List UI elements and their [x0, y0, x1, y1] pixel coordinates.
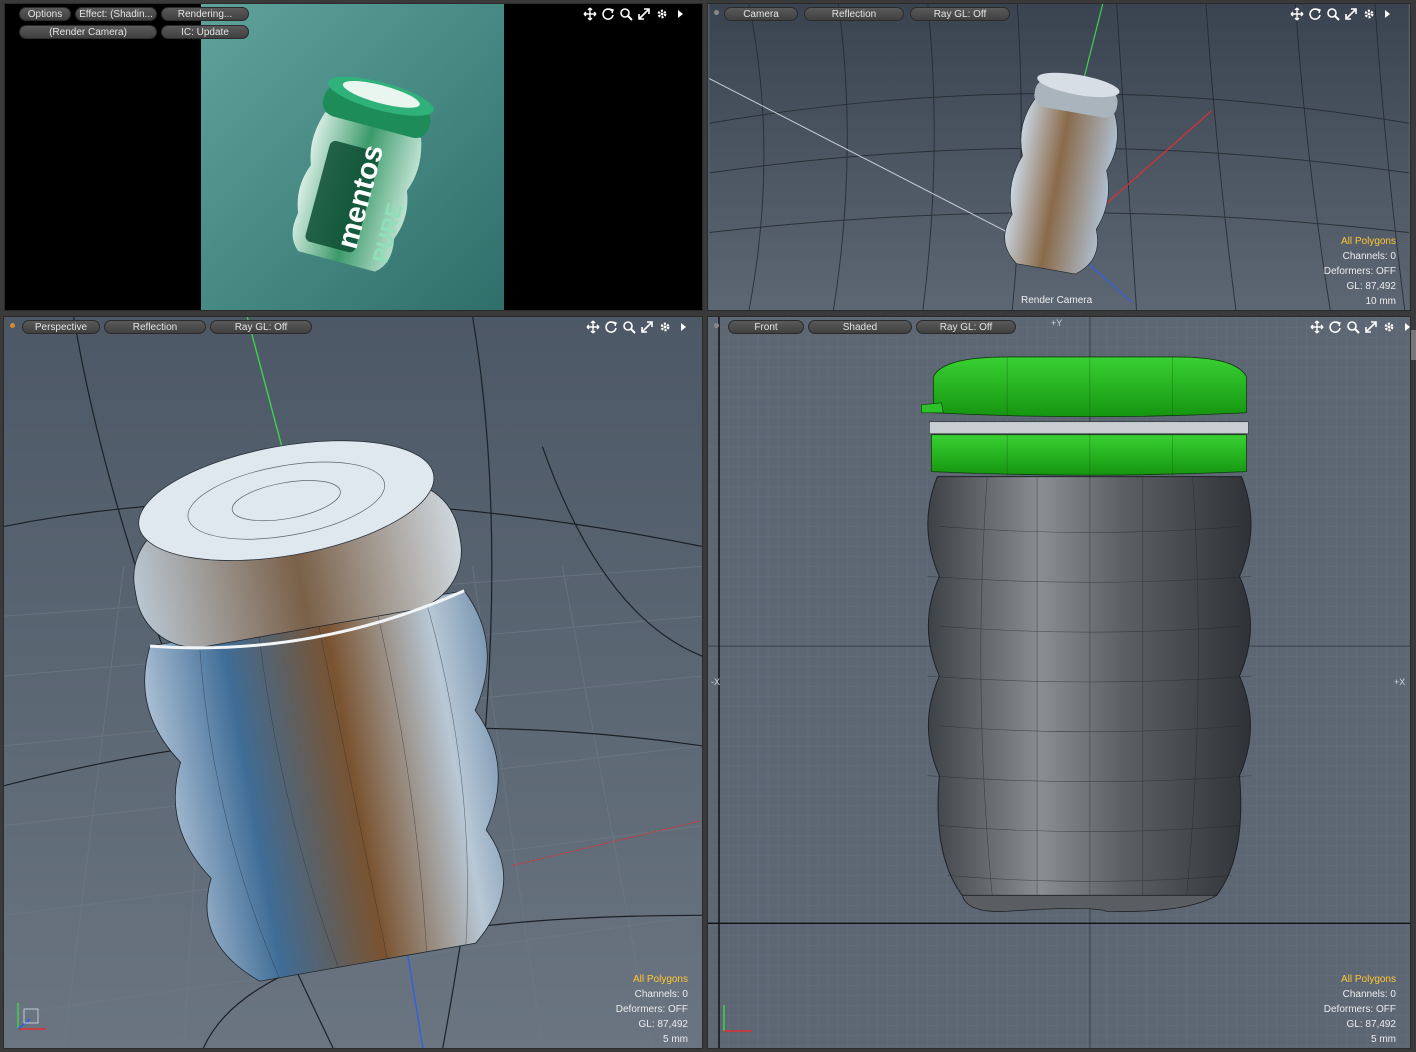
perspective-view-tools: [586, 319, 690, 335]
move-icon[interactable]: [586, 320, 600, 334]
camera-viewport[interactable]: Camera Reflection Ray GL: Off Render Cam…: [707, 3, 1411, 311]
grid-scale-label: 5 mm: [663, 1034, 688, 1045]
viewport-menu-dot[interactable]: [10, 323, 15, 328]
front-info-panel: All Polygons Channels: 0 Deformers: OFF …: [1324, 972, 1396, 1047]
menu-arrow-icon[interactable]: [676, 320, 690, 334]
move-icon[interactable]: [1310, 320, 1324, 334]
viewport-menu-dot[interactable]: [714, 323, 719, 328]
maximize-icon[interactable]: [637, 7, 651, 21]
zoom-icon[interactable]: [619, 7, 633, 21]
axis-label-plus-x: +X: [1394, 677, 1406, 687]
render-camera-dropdown[interactable]: (Render Camera): [19, 25, 157, 39]
maximize-icon[interactable]: [1344, 7, 1358, 21]
ic-update-button[interactable]: IC: Update: [161, 25, 249, 39]
gl-count-label: GL: 87,492: [638, 1019, 688, 1030]
camera-info-panel: All Polygons Channels: 0 Deformers: OFF …: [1324, 234, 1396, 309]
camera-scene: [709, 4, 1409, 310]
front-scene: [708, 317, 1410, 1048]
polygons-label: All Polygons: [1340, 974, 1396, 985]
channels-label: Channels: 0: [634, 989, 688, 1000]
camera-caption: Render Camera: [1021, 295, 1093, 306]
front-shading-dropdown[interactable]: Shaded: [808, 320, 912, 334]
zoom-icon[interactable]: [1326, 7, 1340, 21]
perspective-info-panel: All Polygons Channels: 0 Deformers: OFF …: [616, 972, 688, 1047]
move-icon[interactable]: [583, 7, 597, 21]
perspective-shading-dropdown[interactable]: Reflection: [104, 320, 206, 334]
render-view-tools: [583, 6, 687, 22]
move-icon[interactable]: [1290, 7, 1304, 21]
grid-scale-label: 10 mm: [1365, 296, 1396, 307]
gl-count-label: GL: 87,492: [1346, 1019, 1396, 1030]
render-viewport[interactable]: mentos PURE Options Effect: (Shadin... R…: [4, 3, 703, 311]
zoom-icon[interactable]: [622, 320, 636, 334]
camera-view-tools: [1290, 6, 1394, 22]
front-raygl-toggle[interactable]: Ray GL: Off: [916, 320, 1016, 334]
rotate-icon[interactable]: [601, 7, 615, 21]
options-button[interactable]: Options: [19, 7, 71, 21]
zoom-icon[interactable]: [1346, 320, 1360, 334]
rotate-icon[interactable]: [1328, 320, 1342, 334]
axis-label-plus-y: +Y: [1051, 318, 1063, 328]
rendering-button[interactable]: Rendering...: [161, 7, 249, 21]
settings-icon[interactable]: [1362, 7, 1376, 21]
channels-label: Channels: 0: [1342, 989, 1396, 1000]
maximize-icon[interactable]: [640, 320, 654, 334]
perspective-viewport[interactable]: Perspective Reflection Ray GL: Off All P…: [3, 316, 703, 1049]
camera-view-dropdown[interactable]: Camera: [724, 7, 798, 21]
deformers-label: Deformers: OFF: [1323, 1004, 1396, 1015]
settings-icon[interactable]: [655, 7, 669, 21]
effect-dropdown[interactable]: Effect: (Shadin...: [75, 7, 157, 21]
grid-scale-label: 5 mm: [1371, 1034, 1396, 1045]
front-view-tools: [1310, 319, 1410, 335]
deformers-label: Deformers: OFF: [1323, 266, 1396, 277]
scrollbar-handle[interactable]: [1411, 330, 1416, 360]
menu-arrow-icon[interactable]: [1400, 320, 1410, 334]
deformers-label: Deformers: OFF: [615, 1004, 688, 1015]
settings-icon[interactable]: [658, 320, 672, 334]
front-view-dropdown[interactable]: Front: [728, 320, 804, 334]
axis-gizmo-icon: [723, 1005, 752, 1032]
gl-count-label: GL: 87,492: [1346, 281, 1396, 292]
rotate-icon[interactable]: [1308, 7, 1322, 21]
menu-arrow-icon[interactable]: [1380, 7, 1394, 21]
menu-arrow-icon[interactable]: [673, 7, 687, 21]
camera-shading-dropdown[interactable]: Reflection: [804, 7, 904, 21]
polygons-label: All Polygons: [632, 974, 688, 985]
render-preview: mentos PURE: [200, 4, 505, 310]
perspective-view-dropdown[interactable]: Perspective: [22, 320, 100, 334]
camera-raygl-toggle[interactable]: Ray GL: Off: [910, 7, 1010, 21]
front-viewport[interactable]: Front Shaded Ray GL: Off +Y -X +X All Po…: [707, 316, 1411, 1049]
perspective-scene: [4, 317, 702, 1048]
channels-label: Channels: 0: [1342, 251, 1396, 262]
rotate-icon[interactable]: [604, 320, 618, 334]
maximize-icon[interactable]: [1364, 320, 1378, 334]
axis-gizmo-icon: [17, 1003, 46, 1030]
perspective-raygl-toggle[interactable]: Ray GL: Off: [210, 320, 312, 334]
viewport-menu-dot[interactable]: [714, 10, 719, 15]
axis-label-minus-x: -X: [711, 677, 720, 687]
polygons-label: All Polygons: [1340, 236, 1396, 247]
settings-icon[interactable]: [1382, 320, 1396, 334]
